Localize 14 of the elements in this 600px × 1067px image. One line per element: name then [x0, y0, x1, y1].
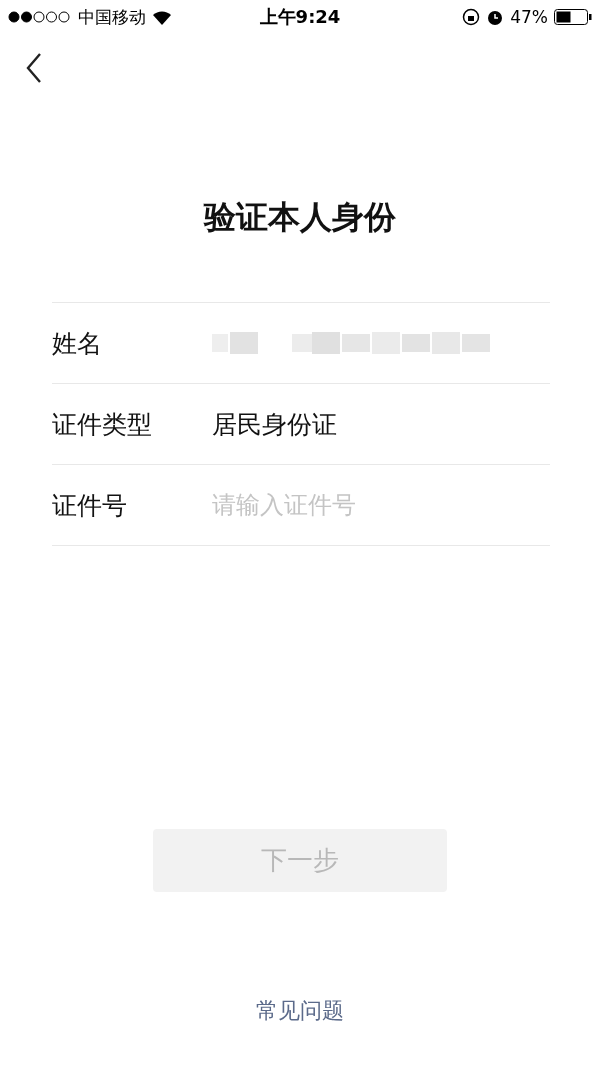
status-time: 上午9:24 [259, 5, 341, 29]
wifi-icon [152, 9, 172, 25]
battery-icon [554, 9, 592, 25]
carrier-name: 中国移动 [78, 5, 146, 29]
field-value[interactable]: 居民身份证 [212, 407, 337, 441]
faq-link[interactable]: 常见问题 [256, 996, 344, 1026]
battery-percent: 47% [510, 7, 548, 27]
page-title: 验证本人身份 [202, 197, 397, 238]
field-label: 证件号 [52, 489, 128, 522]
rotation-lock-icon [462, 8, 481, 26]
field-label: 证件类型 [52, 408, 153, 441]
signal-icon [8, 11, 72, 23]
field-label: 姓名 [52, 327, 103, 360]
alarm-icon [486, 8, 505, 26]
